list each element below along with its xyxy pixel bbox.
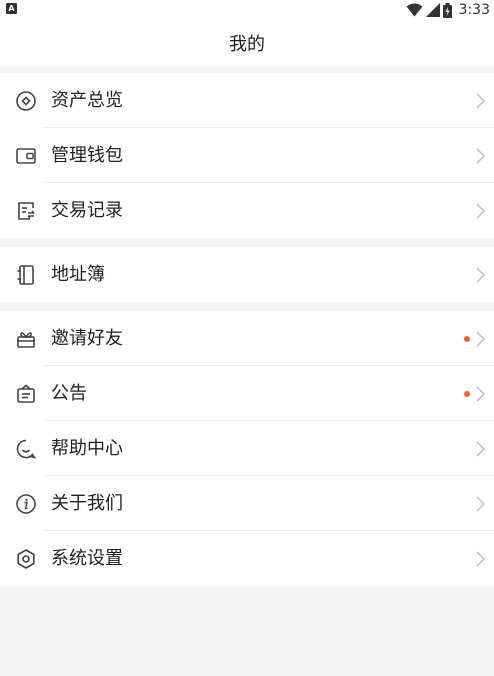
info-icon (16, 494, 36, 514)
menu-item-label: 关于我们 (51, 493, 123, 514)
wifi-icon (406, 3, 423, 17)
chevron-right-icon (476, 551, 486, 567)
chevron-right-icon (476, 386, 486, 402)
menu-item-asset-overview[interactable]: 资产总览 (0, 73, 494, 128)
chevron-right-icon (476, 148, 486, 164)
chevron-right-icon (476, 441, 486, 457)
notification-dot (464, 391, 470, 397)
battery-icon (442, 2, 452, 18)
menu-item-manage-wallet[interactable]: 管理钱包 (0, 128, 494, 183)
notification-icon: A (6, 3, 17, 14)
chevron-right-icon (476, 267, 486, 283)
announcement-icon (17, 384, 35, 403)
asset-overview-icon (16, 91, 36, 111)
chevron-right-icon (476, 331, 486, 347)
menu-item-label: 邀请好友 (51, 328, 123, 349)
status-time: 3:33 (458, 2, 490, 18)
menu-item-invite-friends[interactable]: 邀请好友 (0, 311, 494, 366)
wallet-icon (16, 148, 36, 164)
settings-icon (17, 549, 35, 569)
menu-item-transaction-record[interactable]: 交易记录 (0, 183, 494, 238)
menu-item-help-center[interactable]: 帮助中心 (0, 421, 494, 476)
chevron-right-icon (476, 496, 486, 512)
signal-icon (425, 3, 440, 17)
menu-item-system-settings[interactable]: 系统设置 (0, 531, 494, 586)
page-header: 我的 (0, 20, 494, 66)
menu-item-label: 管理钱包 (51, 145, 123, 166)
menu-group-address: 地址簿 (0, 247, 494, 302)
notification-dot (464, 336, 470, 342)
menu-item-label: 地址簿 (51, 264, 105, 285)
menu-item-label: 系统设置 (51, 548, 123, 569)
address-book-icon (17, 265, 34, 285)
menu-item-label: 公告 (51, 383, 87, 404)
chevron-right-icon (476, 93, 486, 109)
menu-item-about-us[interactable]: 关于我们 (0, 476, 494, 531)
help-icon (16, 439, 37, 459)
gift-icon (17, 332, 35, 348)
menu-item-announcement[interactable]: 公告 (0, 366, 494, 421)
menu-item-address-book[interactable]: 地址簿 (0, 247, 494, 302)
transaction-record-icon (18, 202, 35, 220)
menu-item-label: 资产总览 (51, 90, 123, 111)
menu-item-label: 帮助中心 (51, 438, 123, 459)
chevron-right-icon (476, 203, 486, 219)
menu-group-general: 邀请好友 公告 帮助中心 关于我们 系统设置 (0, 311, 494, 586)
page-title: 我的 (229, 34, 265, 55)
menu-item-label: 交易记录 (51, 200, 123, 221)
menu-group-wallet: 资产总览 管理钱包 交易记录 (0, 73, 494, 238)
status-bar: A 3:33 (0, 0, 494, 20)
